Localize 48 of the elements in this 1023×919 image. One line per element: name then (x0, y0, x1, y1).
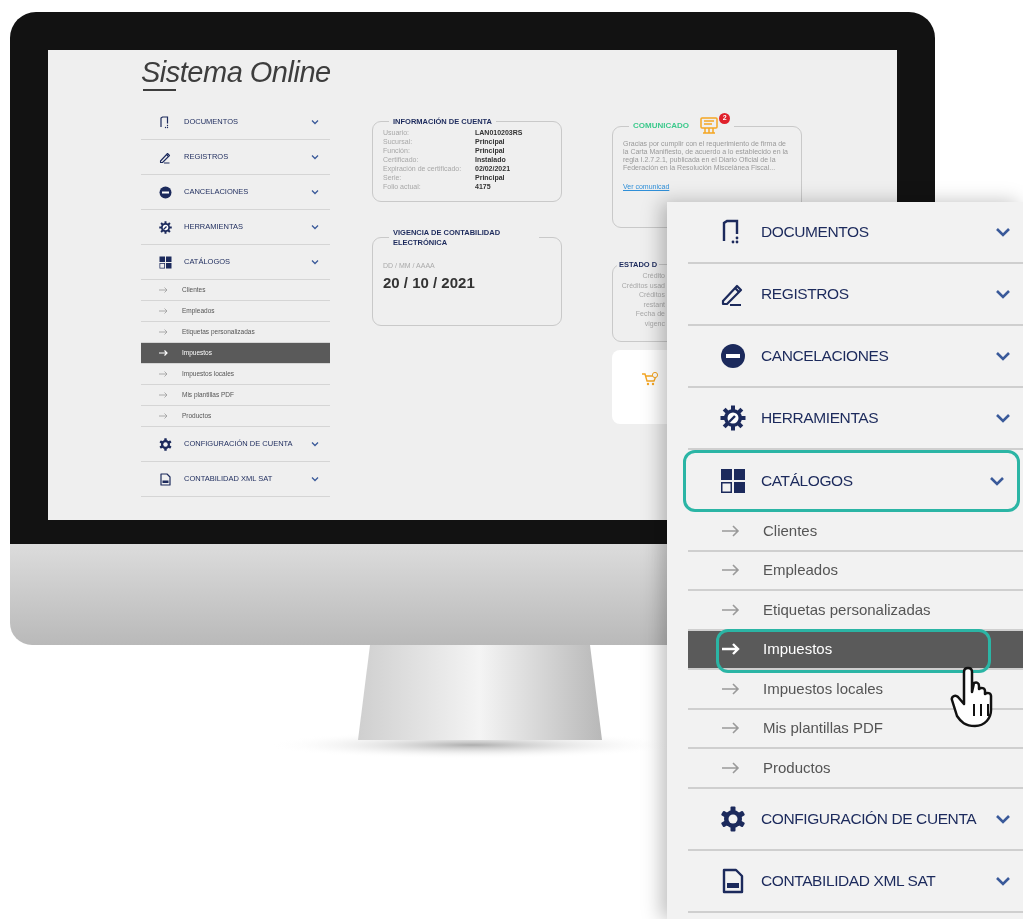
settings-icon (159, 437, 172, 451)
grid-icon (720, 468, 746, 494)
menu-item[interactable]: CATÁLOGOS (683, 450, 1020, 512)
menu-item[interactable]: REGISTROS (688, 264, 1023, 326)
chevron-down-icon (311, 475, 319, 483)
cart-icon (642, 371, 658, 386)
minus-circle-icon (720, 343, 746, 369)
submenu-item[interactable]: Empleados (688, 551, 1023, 591)
arrow-right-icon (722, 722, 740, 735)
menu-item[interactable]: CONTABILIDAD XML SAT (688, 850, 1023, 913)
arrow-right-icon (722, 524, 740, 537)
arrow-right-icon (159, 308, 168, 314)
menu-item[interactable]: DOCUMENTOS (688, 202, 1023, 264)
arrow-right-icon (159, 350, 168, 356)
arrow-right-icon (159, 392, 168, 398)
menu-item[interactable]: CONFIGURACIÓN DE CUENTA (688, 788, 1023, 851)
logo-underline (143, 89, 176, 91)
card-title: COMUNICADO (633, 121, 689, 130)
menu-item[interactable]: CANCELACIONES (688, 326, 1023, 388)
chevron-down-icon (311, 188, 319, 196)
arrow-right-icon (159, 329, 168, 335)
arrow-right-icon (722, 564, 740, 577)
submenu-item[interactable]: Productos (688, 749, 1023, 789)
arrow-right-icon (159, 413, 168, 419)
chevron-down-icon (311, 440, 319, 448)
minus-circle-icon (159, 185, 172, 199)
gear-wrench-icon (159, 220, 172, 234)
date-value: 20 / 10 / 2021 (383, 272, 476, 293)
arrow-right-icon (722, 761, 740, 774)
settings-icon (720, 805, 746, 832)
submenu-item[interactable]: Impuestos (688, 630, 1023, 670)
arrow-right-icon (159, 287, 168, 293)
grid-icon (159, 255, 172, 269)
arrow-right-icon (722, 603, 740, 616)
chevron-down-icon (311, 118, 319, 126)
chevron-down-icon (311, 153, 319, 161)
logo: Sistema Online (141, 58, 332, 87)
menu-item[interactable]: HERRAMIENTAS (688, 388, 1023, 450)
file-icon (720, 867, 746, 894)
file-icon (159, 472, 172, 486)
notice-icon (699, 117, 720, 135)
arrow-right-icon (722, 682, 740, 695)
submenu-item[interactable]: Clientes (688, 512, 1023, 552)
pencil-icon (159, 150, 172, 164)
arrow-right-icon (722, 643, 740, 656)
chevron-down-icon (311, 223, 319, 231)
arrow-right-icon (159, 371, 168, 377)
chevron-down-icon (311, 258, 319, 266)
